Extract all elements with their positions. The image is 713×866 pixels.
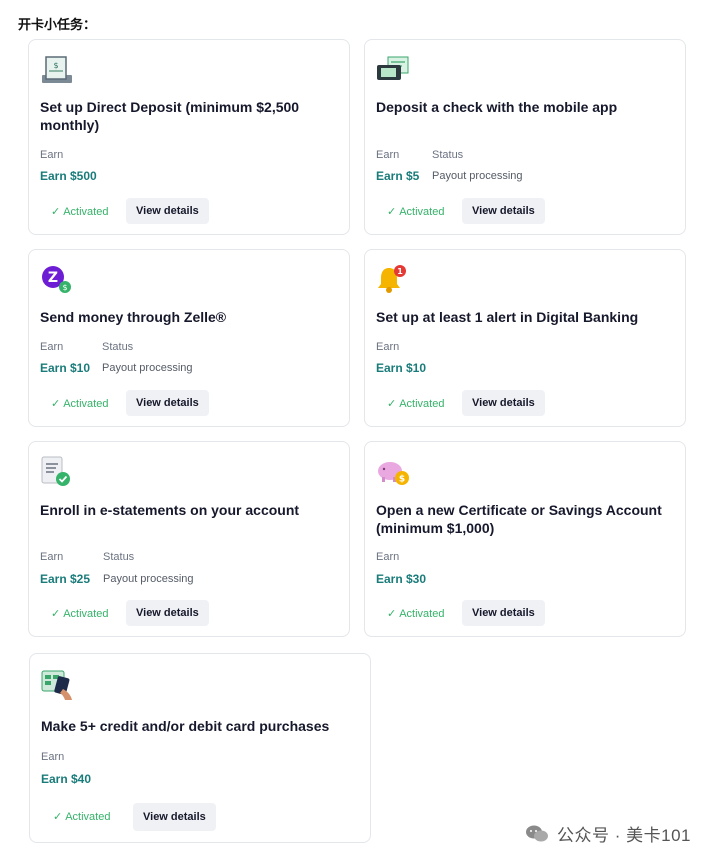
direct-deposit-icon: $ — [40, 53, 74, 87]
earn-value: Earn $500 — [40, 169, 97, 183]
earn-label: Earn — [376, 341, 400, 353]
checkmark-icon: ✓ — [387, 608, 397, 620]
view-details-button[interactable]: View details — [462, 600, 545, 626]
status-label: Status — [432, 149, 464, 161]
task-title: Open a new Certificate or Savings Accoun… — [376, 502, 662, 536]
activated-label: Activated — [399, 607, 445, 620]
earn-label: Earn — [376, 149, 400, 161]
activated-label: Activated — [63, 607, 109, 620]
status-value: Payout processing — [102, 362, 193, 374]
view-details-button[interactable]: View details — [126, 600, 209, 626]
task-title: Set up at least 1 alert in Digital Banki… — [376, 309, 639, 325]
status-value: Payout processing — [103, 573, 194, 585]
piggy-bank-icon: $ — [376, 455, 410, 489]
status-label: Status — [103, 551, 135, 563]
activated-label: Activated — [65, 810, 111, 823]
task-title: Deposit a check with the mobile app — [376, 99, 618, 115]
earn-label: Earn — [41, 751, 65, 763]
wechat-icon — [525, 824, 549, 844]
activated-status: ✓ Activated — [51, 397, 109, 411]
view-details-button[interactable]: View details — [126, 390, 209, 416]
view-details-button[interactable]: View details — [133, 803, 216, 831]
watermark-text: 公众号 · 美卡101 — [557, 826, 691, 845]
mobile-check-icon — [376, 53, 410, 87]
task-card-savings: $ Open a new Certificate or Savings Acco… — [364, 441, 686, 637]
task-title: Make 5+ credit and/or debit card purchas… — [41, 718, 330, 734]
svg-text:1: 1 — [397, 267, 403, 276]
card-purchase-icon — [41, 667, 75, 701]
checkmark-icon: ✓ — [51, 398, 61, 410]
earn-label: Earn — [40, 551, 64, 563]
svg-text:Z: Z — [48, 270, 58, 286]
activated-status: ✓ Activated — [387, 397, 445, 411]
earn-value: Earn $5 — [376, 169, 420, 183]
svg-text:$: $ — [62, 283, 67, 292]
e-statement-icon — [40, 455, 74, 489]
task-card-zelle: Z $ Send money through Zelle® Earn Statu… — [28, 249, 350, 427]
page-heading: 开卡小任务： — [18, 17, 97, 32]
earn-value: Earn $10 — [376, 361, 427, 375]
watermark: 公众号 · 美卡101 — [525, 821, 691, 846]
svg-text:$: $ — [53, 61, 58, 70]
earn-label: Earn — [40, 341, 64, 353]
task-card-e-statements: Enroll in e-statements on your account E… — [28, 441, 350, 637]
activated-label: Activated — [63, 397, 109, 410]
task-card-direct-deposit: $ Set up Direct Deposit (minimum $2,500 … — [28, 39, 350, 235]
earn-value: Earn $30 — [376, 572, 427, 586]
svg-text:$: $ — [399, 475, 405, 485]
view-details-button[interactable]: View details — [462, 198, 545, 224]
bell-alert-icon: 1 — [376, 263, 410, 297]
task-title: Enroll in e-statements on your account — [40, 502, 300, 518]
activated-status: ✓ Activated — [387, 607, 445, 621]
activated-status: ✓ Activated — [51, 205, 109, 219]
checkmark-icon: ✓ — [387, 206, 397, 218]
checkmark-icon: ✓ — [51, 206, 61, 218]
zelle-icon: Z $ — [40, 263, 74, 297]
activated-status: ✓ Activated — [53, 810, 111, 824]
earn-label: Earn — [376, 551, 400, 563]
status-value: Payout processing — [432, 170, 523, 182]
task-card-alert: 1 Set up at least 1 alert in Digital Ban… — [364, 249, 686, 427]
activated-label: Activated — [399, 397, 445, 410]
view-details-button[interactable]: View details — [462, 390, 545, 416]
activated-label: Activated — [63, 205, 109, 218]
view-details-button[interactable]: View details — [126, 198, 209, 224]
earn-value: Earn $10 — [40, 361, 91, 375]
activated-label: Activated — [399, 205, 445, 218]
checkmark-icon: ✓ — [51, 608, 61, 620]
checkmark-icon: ✓ — [53, 811, 63, 823]
task-card-mobile-check: Deposit a check with the mobile app Earn… — [364, 39, 686, 235]
status-label: Status — [102, 341, 134, 353]
earn-label: Earn — [40, 149, 64, 161]
activated-status: ✓ Activated — [387, 205, 445, 219]
checkmark-icon: ✓ — [387, 398, 397, 410]
task-card-card-purchases: Make 5+ credit and/or debit card purchas… — [29, 653, 371, 843]
activated-status: ✓ Activated — [51, 607, 109, 621]
task-title: Send money through Zelle® — [40, 309, 227, 325]
earn-value: Earn $25 — [40, 572, 91, 586]
earn-value: Earn $40 — [41, 772, 92, 786]
task-title: Set up Direct Deposit (minimum $2,500 mo… — [40, 99, 300, 133]
